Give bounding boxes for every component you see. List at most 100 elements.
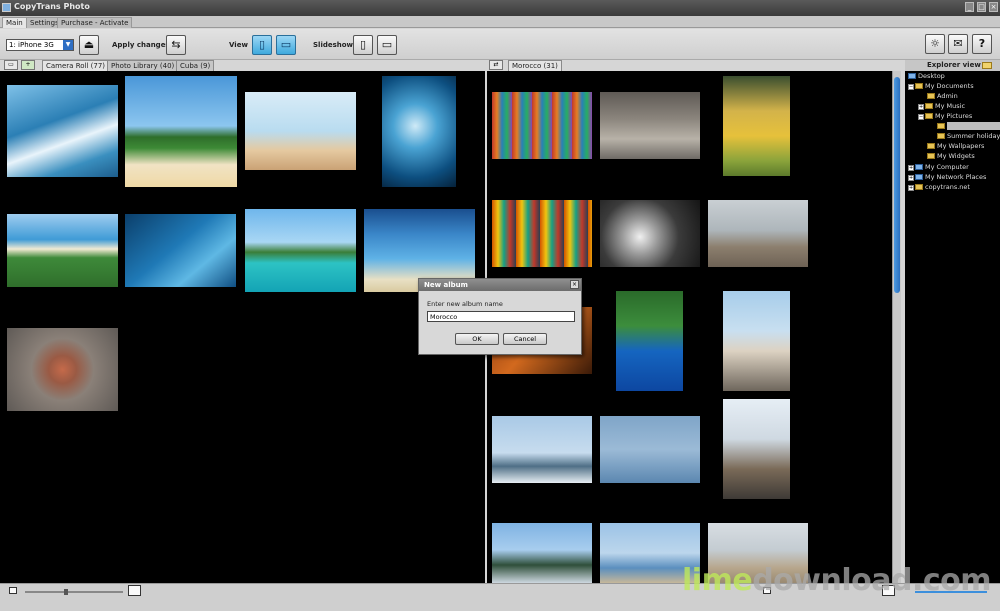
expand-icon[interactable]: + <box>918 104 924 110</box>
photo-thumbnail[interactable] <box>492 416 592 483</box>
maximize-icon[interactable]: □ <box>977 2 986 12</box>
photo-thumbnail[interactable] <box>7 328 118 411</box>
swap-arrows-icon: ⇆ <box>171 38 181 51</box>
close-icon[interactable]: × <box>570 280 579 289</box>
network-icon <box>915 174 923 180</box>
photo-thumbnail[interactable] <box>245 209 356 292</box>
help-icon: ? <box>978 37 986 50</box>
photo-thumbnail[interactable] <box>708 200 808 267</box>
tree-item[interactable]: My Widgets <box>927 152 975 161</box>
add-album-icon[interactable]: + <box>21 60 35 70</box>
photo-thumbnail[interactable] <box>7 214 118 287</box>
computer-icon <box>915 164 923 170</box>
collapse-icon[interactable]: ▭ <box>4 60 18 70</box>
photo-thumbnail[interactable] <box>492 92 592 159</box>
tips-button[interactable]: ☼ <box>925 34 945 54</box>
slideshow-ipod-button[interactable]: ▯ <box>353 35 373 55</box>
help-button[interactable]: ? <box>972 34 992 54</box>
right-tab-row: ⇄ Morocco (31) <box>487 60 905 71</box>
zoom-slider-knob[interactable] <box>64 589 68 595</box>
chevron-down-icon[interactable]: ▼ <box>63 40 73 50</box>
photo-thumbnail[interactable] <box>723 399 790 499</box>
photo-thumbnail[interactable] <box>492 200 592 267</box>
small-thumbnail-icon[interactable] <box>9 587 17 594</box>
folder-icon[interactable] <box>982 62 992 69</box>
photo-thumbnail[interactable] <box>492 523 592 583</box>
device-select[interactable]: 1: iPhone 3G ▼ <box>6 39 74 51</box>
title-bar: CopyTrans Photo _ □ × <box>0 0 1000 16</box>
expand-icon[interactable]: + <box>908 175 914 181</box>
tree-item[interactable]: + My Computer <box>908 163 969 172</box>
eject-icon: ⏏ <box>83 38 95 51</box>
swap-icon[interactable]: ⇄ <box>489 60 503 70</box>
mail-button[interactable]: ✉ <box>948 34 968 54</box>
ipod-icon: ▯ <box>359 38 367 51</box>
toolbar: 1: iPhone 3G ▼ ⏏ Apply changes ⇆ View ▯ … <box>0 29 1000 60</box>
tree-item[interactable]: + My Network Places <box>908 173 986 182</box>
album-name-label: Enter new album name <box>427 300 503 308</box>
explorer-title: Explorer view <box>927 61 981 69</box>
photo-thumbnail[interactable] <box>600 416 700 483</box>
expand-icon[interactable]: + <box>908 185 914 191</box>
expand-icon[interactable]: + <box>908 165 914 171</box>
close-icon[interactable]: × <box>989 2 998 12</box>
album-name-input[interactable] <box>427 311 575 322</box>
window-title: CopyTrans Photo <box>14 2 90 11</box>
tree-item[interactable]: − My Pictures <box>918 112 972 121</box>
photo-thumbnail[interactable] <box>382 76 456 187</box>
view-label: View <box>229 41 248 49</box>
tree-item[interactable]: + copytrans.net <box>908 183 970 192</box>
eject-button[interactable]: ⏏ <box>79 35 99 55</box>
photo-thumbnail[interactable] <box>616 291 683 391</box>
tree-item[interactable]: − My Documents <box>908 82 974 91</box>
folder-icon <box>927 143 935 149</box>
tab-morocco[interactable]: Morocco (31) <box>508 60 562 71</box>
tab-photo-library[interactable]: Photo Library (40) <box>107 60 179 71</box>
slideshow-monitor-button[interactable]: ▭ <box>377 35 397 55</box>
scrollbar-thumb[interactable] <box>894 77 900 293</box>
ipod-icon: ▯ <box>258 38 266 51</box>
apply-changes-button[interactable]: ⇆ <box>166 35 186 55</box>
photo-thumbnail[interactable] <box>245 92 356 170</box>
tree-item[interactable]: Admin <box>927 92 958 101</box>
tree-item-selected[interactable]: Summer holiday <box>937 122 1000 131</box>
cancel-button[interactable]: Cancel <box>503 333 547 345</box>
minimize-icon[interactable]: _ <box>965 2 974 12</box>
explorer-tree[interactable]: Desktop − My Documents Admin + My Music − M… <box>905 71 1000 583</box>
photo-thumbnail[interactable] <box>125 214 236 287</box>
photo-thumbnail[interactable] <box>7 85 118 177</box>
tree-item[interactable]: Desktop <box>908 72 945 81</box>
slideshow-label: Slideshow <box>313 41 354 49</box>
desktop-icon <box>908 73 916 79</box>
collapse-icon[interactable]: − <box>918 114 924 120</box>
device-photo-pane[interactable] <box>0 71 485 583</box>
folder-icon <box>937 133 945 139</box>
tree-item[interactable]: + My Music <box>918 102 965 111</box>
album-scrollbar[interactable] <box>892 71 901 583</box>
watermark-logo: limedownload.com <box>682 563 992 598</box>
view-ipod-button[interactable]: ▯ <box>252 35 272 55</box>
app-icon <box>2 3 11 12</box>
folder-icon <box>925 113 933 119</box>
ok-button[interactable]: OK <box>455 333 499 345</box>
folder-icon <box>927 93 935 99</box>
menu-tabs: Main Settings Purchase - Activate <box>0 16 1000 28</box>
device-select-value: 1: iPhone 3G <box>9 41 54 49</box>
collapse-icon[interactable]: − <box>908 84 914 90</box>
photo-thumbnail[interactable] <box>600 92 700 159</box>
photo-thumbnail[interactable] <box>723 76 790 176</box>
tree-item[interactable]: Summer holiday <box>937 132 1000 141</box>
tree-item[interactable]: My Wallpapers <box>927 142 984 151</box>
tab-camera-roll[interactable]: Camera Roll (77) <box>42 60 110 71</box>
app-window: CopyTrans Photo _ □ × Main Settings Purc… <box>0 0 1000 611</box>
view-monitor-button[interactable]: ▭ <box>276 35 296 55</box>
photo-thumbnail[interactable] <box>600 200 700 267</box>
large-thumbnail-icon[interactable] <box>128 585 141 596</box>
zoom-slider-track[interactable] <box>25 591 123 593</box>
tab-purchase-activate[interactable]: Purchase - Activate <box>57 17 133 28</box>
folder-icon <box>915 184 923 190</box>
photo-thumbnail[interactable] <box>723 291 790 391</box>
photo-thumbnail[interactable] <box>125 76 237 187</box>
tab-main[interactable]: Main <box>2 17 27 28</box>
tab-cuba[interactable]: Cuba (9) <box>176 60 215 71</box>
